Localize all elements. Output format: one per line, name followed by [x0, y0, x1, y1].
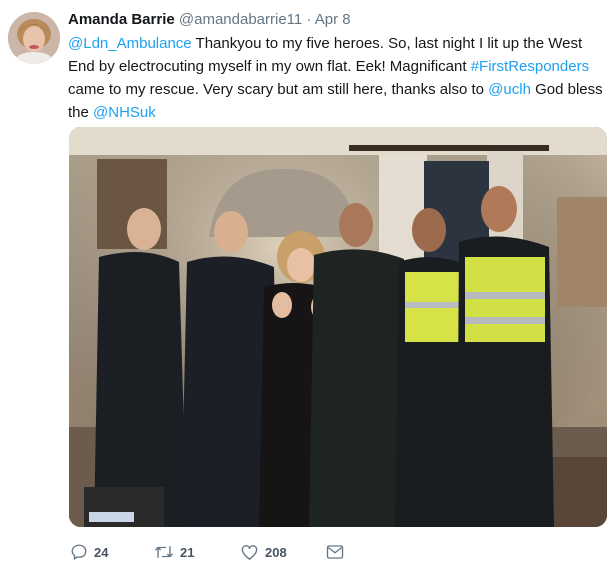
tweet-card[interactable]: Amanda Barrie @amandabarrie11 · Apr 8 @L… — [0, 0, 615, 573]
like-button[interactable]: 208 — [240, 541, 287, 563]
avatar-image — [8, 12, 60, 64]
mention-link[interactable]: @Ldn_Ambulance — [68, 35, 192, 52]
tweet-actions: 24 21 208 — [70, 541, 430, 563]
separator: · — [306, 11, 312, 28]
like-count: 208 — [265, 544, 287, 560]
reply-button[interactable]: 24 — [70, 541, 108, 563]
author-name[interactable]: Amanda Barrie — [68, 11, 175, 28]
hashtag-link[interactable]: #FirstResponders — [471, 58, 589, 75]
retweet-button[interactable]: 21 — [154, 541, 194, 563]
tweet-text: @Ldn_Ambulance Thankyou to my five heroe… — [68, 32, 603, 124]
group-photo-image — [69, 127, 607, 527]
author-handle[interactable]: @amandabarrie11 — [179, 11, 302, 28]
heart-icon — [241, 545, 258, 560]
direct-message-button[interactable] — [326, 541, 344, 563]
mention-link[interactable]: @uclh — [488, 81, 531, 98]
tweet-text-segment: came to my rescue. Very scary but am sti… — [68, 81, 489, 98]
reply-icon — [71, 544, 87, 560]
tweet-date[interactable]: Apr 8 — [315, 11, 351, 28]
tweet-photo[interactable] — [69, 127, 607, 527]
tweet-header: Amanda Barrie @amandabarrie11 · Apr 8 — [68, 10, 351, 30]
retweet-count: 21 — [180, 544, 195, 560]
mention-link[interactable]: @NHSuk — [93, 104, 156, 121]
retweet-icon — [155, 546, 173, 558]
avatar[interactable] — [8, 12, 60, 64]
reply-count: 24 — [94, 544, 109, 560]
direct-message-icon — [326, 545, 344, 559]
